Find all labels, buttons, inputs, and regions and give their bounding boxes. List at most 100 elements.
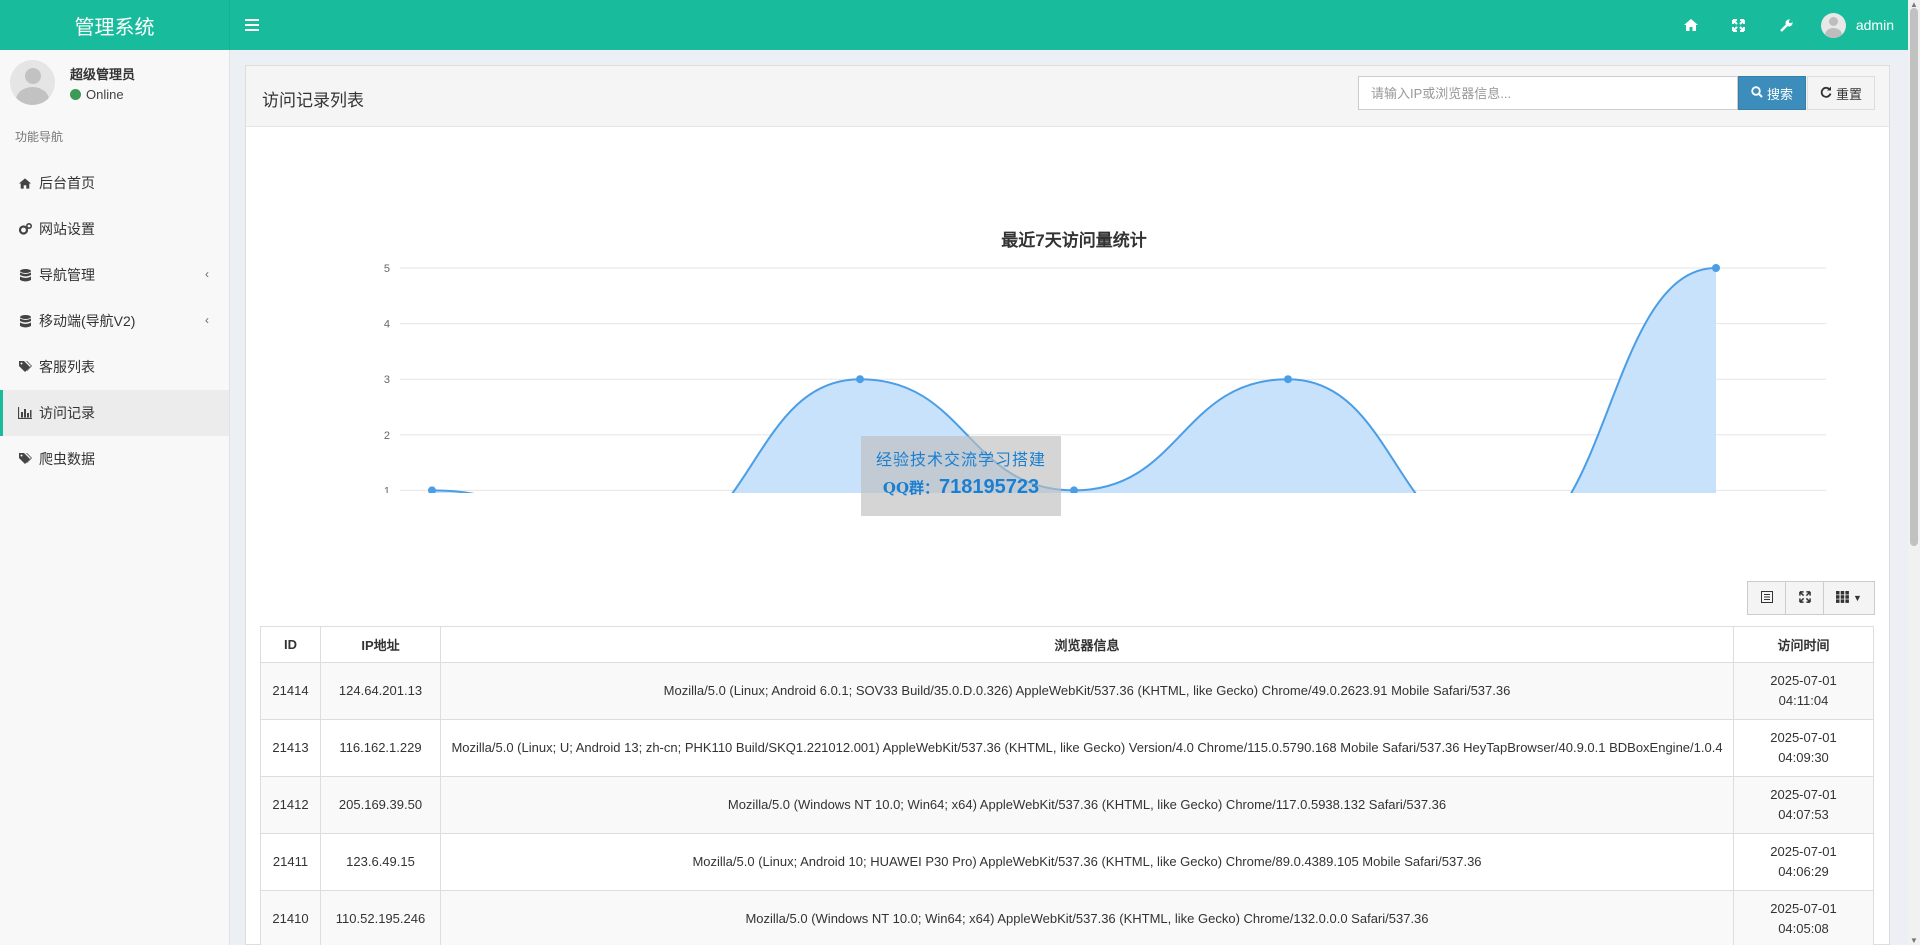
- chart-point[interactable]: [1712, 264, 1720, 272]
- column-header-browser[interactable]: 浏览器信息: [440, 626, 1734, 663]
- table-row[interactable]: 21414 124.64.201.13 Mozilla/5.0 (Linux; …: [260, 662, 1874, 720]
- watermark-line1: 经验技术交流学习搭建: [875, 450, 1046, 469]
- scrollbar-thumb[interactable]: [1910, 8, 1918, 546]
- chart-point[interactable]: [856, 375, 864, 384]
- chart-title: 最近7天访问量统计: [1001, 230, 1146, 250]
- chart-points: [428, 264, 1720, 550]
- sidebar-item-label: 访问记录: [39, 405, 95, 421]
- cell-date: 2025-07-01: [1770, 787, 1837, 802]
- column-header-id[interactable]: ID: [260, 626, 321, 663]
- sidebar: 超级管理员 Online 功能导航 后台首页 网站设置 导航管理 ‹ 移动端(导…: [0, 50, 230, 945]
- watermark: 经验技术交流学习搭建 QQ群：718195723: [861, 436, 1061, 516]
- home-icon[interactable]: [1667, 0, 1715, 50]
- cell-browser: Mozilla/5.0 (Windows NT 10.0; Win64; x64…: [440, 776, 1734, 834]
- sidebar-item-settings[interactable]: 网站设置: [0, 206, 229, 252]
- sidebar-item-nav-manage[interactable]: 导航管理 ‹: [0, 252, 229, 298]
- sidebar-item-label: 客服列表: [39, 359, 95, 375]
- chart-point[interactable]: [428, 486, 436, 495]
- bars-icon[interactable]: [244, 15, 260, 35]
- table-header-row: ID IP地址 浏览器信息 访问时间: [260, 626, 1874, 663]
- fullscreen-button[interactable]: [1785, 581, 1824, 615]
- column-header-ip[interactable]: IP地址: [320, 626, 441, 663]
- user-panel: 超级管理员 Online: [0, 50, 229, 122]
- list-icon: [1760, 590, 1773, 606]
- cell-time: 2025-07-01 04:09:30: [1733, 719, 1874, 777]
- y-tick-label: 2: [384, 430, 390, 442]
- fullscreen-icon[interactable]: [1715, 0, 1763, 50]
- cell-browser: Mozilla/5.0 (Linux; U; Android 13; zh-cn…: [440, 719, 1734, 777]
- cell-time: 2025-07-01 04:05:08: [1733, 890, 1874, 945]
- cell-id: 21410: [260, 890, 321, 945]
- tags-icon: [18, 361, 32, 373]
- cell-id: 21412: [260, 776, 321, 834]
- cell-date: 2025-07-01: [1770, 901, 1837, 916]
- watermark-line2: QQ群：718195723: [861, 476, 1061, 499]
- nav-section-label: 功能导航: [15, 130, 64, 144]
- chart-y-ticks: 012345: [384, 263, 390, 553]
- sidebar-item-label: 移动端(导航V2): [39, 313, 136, 329]
- sidebar-item-mobile-nav[interactable]: 移动端(导航V2) ‹: [0, 298, 229, 344]
- visit-chart-svg: 最近7天访问量统计 012345 2025-06-252025-06-26202…: [379, 230, 1826, 593]
- y-tick-label: 4: [384, 319, 390, 331]
- cogs-icon: [18, 223, 32, 235]
- y-tick-label: 3: [384, 374, 390, 386]
- columns-dropdown-button[interactable]: ▼: [1823, 581, 1875, 615]
- sidebar-item-crawler-data[interactable]: 爬虫数据: [0, 436, 229, 482]
- watermark-number: 718195723: [939, 476, 1040, 498]
- navbar-right: admin: [1667, 0, 1908, 50]
- column-header-time[interactable]: 访问时间: [1733, 626, 1874, 663]
- status-text: Online: [86, 87, 124, 102]
- table-row[interactable]: 21411 123.6.49.15 Mozilla/5.0 (Linux; An…: [260, 833, 1874, 891]
- cell-clock: 04:11:04: [1778, 693, 1829, 708]
- sidebar-item-service-list[interactable]: 客服列表: [0, 344, 229, 390]
- search-input[interactable]: [1357, 76, 1738, 110]
- table-row[interactable]: 21410 110.52.195.246 Mozilla/5.0 (Window…: [260, 890, 1874, 945]
- chart-series-line: [431, 267, 1717, 548]
- cell-time: 2025-07-01 04:11:04: [1733, 662, 1874, 720]
- user-status: Online: [70, 87, 124, 102]
- list-view-button[interactable]: [1747, 581, 1786, 615]
- chart-area-fill: [432, 268, 1716, 546]
- sidebar-item-visit-log[interactable]: 访问记录: [0, 390, 229, 436]
- tags-icon: [18, 453, 32, 465]
- cell-clock: 04:07:53: [1778, 807, 1829, 822]
- search-button-label: 搜索: [1766, 86, 1793, 102]
- sidebar-item-home[interactable]: 后台首页: [0, 160, 229, 206]
- cell-time: 2025-07-01 04:06:29: [1733, 833, 1874, 891]
- cell-clock: 04:09:30: [1778, 750, 1829, 765]
- page-scrollbar[interactable]: ▲ ▼: [1908, 0, 1920, 945]
- wrench-icon[interactable]: [1763, 0, 1811, 50]
- cell-ip: 110.52.195.246: [320, 890, 441, 945]
- table-row[interactable]: 21412 205.169.39.50 Mozilla/5.0 (Windows…: [260, 776, 1874, 834]
- table-row[interactable]: 21413 116.162.1.229 Mozilla/5.0 (Linux; …: [260, 719, 1874, 777]
- table-toolbar: ▼: [1747, 581, 1875, 615]
- sidebar-item-label: 网站设置: [39, 221, 95, 237]
- cell-ip: 205.169.39.50: [320, 776, 441, 834]
- reset-button[interactable]: 重置: [1806, 76, 1875, 110]
- top-navbar: 管理系统 admin: [0, 0, 1908, 50]
- database-icon: [18, 268, 32, 282]
- y-tick-label: 5: [384, 263, 390, 275]
- search-icon: [1751, 85, 1763, 101]
- sidebar-menu: 后台首页 网站设置 导航管理 ‹ 移动端(导航V2) ‹ 客服列表 访问记录 爬…: [0, 160, 229, 482]
- sidebar-item-label: 导航管理: [39, 267, 95, 283]
- app-logo[interactable]: 管理系统: [0, 0, 230, 50]
- reset-button-label: 重置: [1835, 86, 1862, 102]
- visit-table: ID IP地址 浏览器信息 访问时间 21414 124.64.201.13 M…: [260, 626, 1874, 945]
- scroll-down-icon[interactable]: ▼: [1910, 936, 1918, 945]
- database-icon: [18, 314, 32, 328]
- cell-browser: Mozilla/5.0 (Linux; Android 10; HUAWEI P…: [440, 833, 1734, 891]
- bar-chart-icon: [18, 407, 32, 419]
- cell-id: 21411: [260, 833, 321, 891]
- avatar: [10, 60, 55, 105]
- online-dot-icon: [70, 89, 81, 100]
- chart-point[interactable]: [1070, 486, 1078, 495]
- search-bar: 搜索 重置: [1357, 76, 1875, 110]
- user-menu[interactable]: admin: [1811, 0, 1908, 50]
- page-title: 访问记录列表: [262, 91, 364, 110]
- cell-date: 2025-07-01: [1770, 844, 1837, 859]
- chart-point[interactable]: [1284, 375, 1292, 384]
- search-button[interactable]: 搜索: [1737, 76, 1806, 110]
- cell-clock: 04:06:29: [1778, 864, 1829, 879]
- y-tick-label: 1: [384, 485, 390, 493]
